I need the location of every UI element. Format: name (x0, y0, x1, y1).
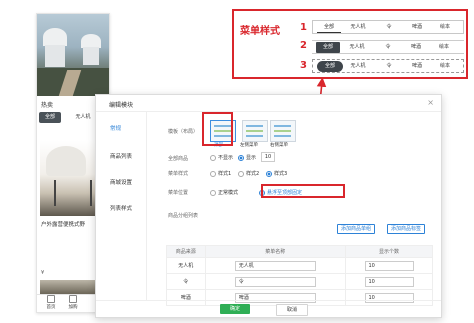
style-item: 令 (386, 24, 392, 30)
dialog-content: 模板（布局） 顶部 左侧菜单 右侧菜单 全部商品 不显示 显示 10 菜单样式 … (146, 112, 441, 306)
style-item: 令 (386, 63, 392, 69)
selected-template-highlight (202, 112, 233, 146)
style-2-radio[interactable]: 样式2 (238, 170, 259, 177)
side-nav-list-style[interactable]: 列表样式 (110, 204, 132, 212)
dialog-footer: 确定 取消 (96, 300, 441, 317)
source-cell: 无人机 (166, 257, 206, 274)
style-item: 全部 (317, 21, 341, 33)
style-3-radio[interactable]: 样式3 (266, 170, 287, 177)
style-item: 绘本 (439, 63, 450, 69)
style-1-radio[interactable]: 样式1 (210, 170, 231, 177)
goods-group-table: 商品来源 菜单名称 显示个数 无人机 无人机 10 令 令 10 啤酒 啤酒 1… (166, 245, 433, 306)
menu-style-callout: 菜单样式 1 2 3 全部 无人机 令 啤酒 绘本 全部 无人机 令 啤酒 绘本… (232, 9, 468, 79)
table-row: 无人机 无人机 10 (166, 257, 433, 274)
template-right-menu[interactable] (270, 120, 296, 142)
table-row: 令 令 10 (166, 273, 433, 290)
section-title: 热卖 (41, 102, 54, 109)
style-number-3: 3 (300, 60, 307, 71)
side-nav-general[interactable]: 常规 (110, 124, 121, 132)
callout-title: 菜单样式 (240, 26, 280, 37)
column-header: 菜单名称 (204, 245, 346, 258)
nav-home[interactable]: 首页 (41, 295, 61, 310)
close-icon[interactable]: × (427, 98, 434, 107)
style-item: 啤酒 (411, 63, 422, 69)
confirm-button[interactable]: 确定 (220, 304, 250, 314)
menu-name-input[interactable]: 令 (234, 276, 316, 287)
style-row-1: 全部 无人机 令 啤酒 绘本 (312, 20, 464, 34)
all-goods-hide-radio[interactable]: 不显示 (210, 154, 233, 161)
style-number-1: 1 (300, 22, 307, 33)
template-left-label: 左侧菜单 (240, 143, 258, 148)
all-goods-count-input[interactable]: 10 (261, 152, 275, 162)
nav-cart[interactable]: 加购 (63, 295, 83, 310)
style-item: 无人机 (350, 63, 366, 69)
style-item: 全部 (317, 61, 343, 72)
menu-name-input[interactable]: 无人机 (234, 260, 316, 271)
template-right-label: 右侧菜单 (270, 143, 288, 148)
position-normal-radio[interactable]: 正常模式 (210, 189, 238, 196)
column-header: 商品来源 (166, 245, 206, 258)
template-left-menu[interactable] (242, 120, 268, 142)
style-item: 绘本 (439, 24, 450, 30)
all-goods-label: 全部商品 (168, 156, 189, 162)
style-item: 全部 (316, 42, 340, 53)
style-item: 令 (385, 44, 391, 50)
style-row-3: 全部 无人机 令 啤酒 绘本 (312, 59, 464, 73)
goods-list-label: 商品分组列表 (168, 213, 199, 219)
style-item: 无人机 (350, 24, 366, 30)
side-nav-mall-settings[interactable]: 商城设置 (110, 178, 132, 186)
template-label: 模板（布局） (168, 129, 199, 135)
display-count-input[interactable]: 10 (364, 276, 414, 287)
style-item: 绘本 (438, 44, 449, 50)
hero-image (37, 14, 109, 96)
add-goods-tag-button[interactable]: 添加商品标签 (387, 224, 426, 234)
edit-module-dialog: 编辑模块 × 常规 商品列表 商城设置 列表样式 模板（布局） 顶部 左侧菜单 … (95, 94, 442, 318)
menu-style-label: 菜单样式 (168, 171, 189, 177)
style-item: 啤酒 (411, 24, 422, 30)
dialog-title: 编辑模块 (109, 102, 134, 109)
style-row-2: 全部 无人机 令 啤酒 绘本 (312, 40, 464, 54)
product-price: ¥ (41, 270, 45, 276)
dialog-header: 编辑模块 × (96, 95, 441, 112)
add-goods-group-button[interactable]: 添加商品单组 (337, 224, 376, 234)
menu-position-label: 菜单位置 (168, 190, 189, 196)
dialog-side-nav: 常规 商品列表 商城设置 列表样式 (96, 112, 147, 300)
all-goods-show-radio[interactable]: 显示 (238, 154, 256, 161)
cancel-button[interactable]: 取消 (276, 304, 308, 316)
style-item: 啤酒 (410, 44, 421, 50)
cart-icon (69, 295, 77, 303)
float-top-highlight (261, 184, 345, 198)
source-cell: 令 (166, 273, 206, 290)
column-header: 显示个数 (345, 245, 433, 258)
side-nav-goods-list[interactable]: 商品列表 (110, 152, 132, 160)
chip-all[interactable]: 全部 (39, 112, 61, 123)
display-count-input[interactable]: 10 (364, 260, 414, 271)
style-item: 无人机 (349, 44, 365, 50)
style-number-2: 2 (300, 40, 307, 51)
home-icon (47, 295, 55, 303)
